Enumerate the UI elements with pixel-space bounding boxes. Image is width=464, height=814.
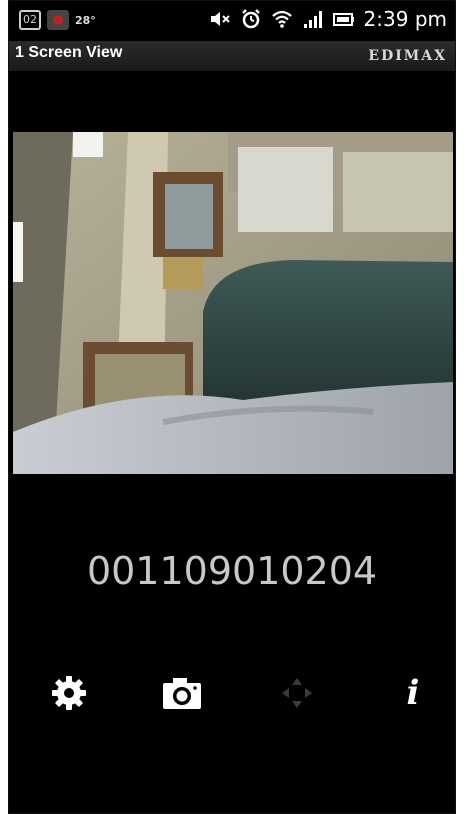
info-icon: i: [406, 673, 420, 713]
temperature-label: 28°: [75, 13, 96, 27]
info-button[interactable]: i: [389, 669, 437, 717]
wifi-icon: [271, 10, 292, 28]
snapshot-button[interactable]: [158, 669, 206, 717]
alarm-icon: [241, 9, 260, 29]
move-arrows-icon: [282, 678, 312, 708]
camera-id: 001109010204: [86, 549, 378, 593]
mute-icon: [210, 12, 230, 26]
calendar-icon: 02: [19, 10, 41, 30]
live-camera-view[interactable]: [13, 132, 453, 474]
camera-toolbar: i: [9, 669, 455, 719]
page-title: 1 Screen View: [15, 44, 123, 61]
status-right: 2:39 pm: [209, 7, 447, 31]
gear-icon: [52, 676, 86, 710]
battery-icon: [332, 13, 354, 26]
camera-icon: [163, 678, 201, 709]
clock-time: 2:39 pm: [363, 7, 447, 31]
phone-screen: 02 28° 2:39 pm 1 Screen View EDIMAX 0011…: [8, 0, 456, 814]
pan-tilt-button[interactable]: [273, 669, 321, 717]
app-title-bar: 1 Screen View EDIMAX: [9, 41, 455, 71]
status-bar: 02 28° 2:39 pm: [9, 1, 455, 41]
brand-logo: EDIMAX: [368, 48, 447, 64]
weather-icon: [47, 10, 69, 30]
status-left: 02 28°: [19, 10, 96, 30]
settings-button[interactable]: [45, 669, 93, 717]
camera-frame-image: [13, 132, 453, 474]
signal-icon: [303, 11, 322, 28]
